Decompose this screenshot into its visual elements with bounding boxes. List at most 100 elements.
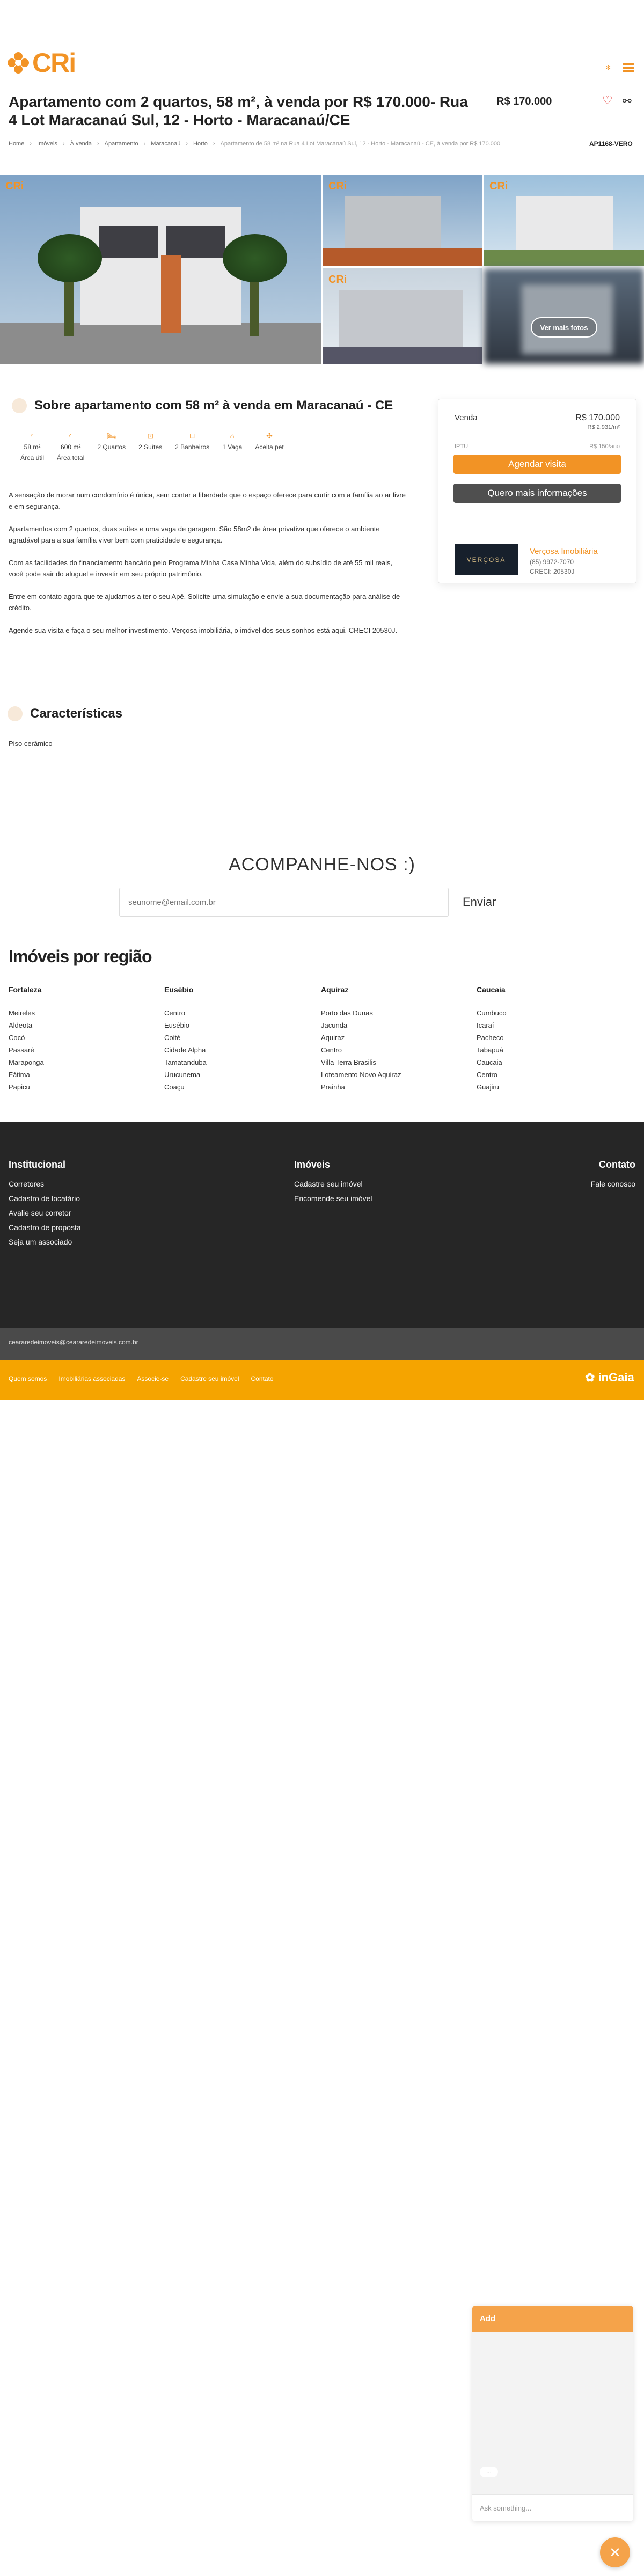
breadcrumb-maracanau[interactable]: Maracanaú: [151, 141, 180, 147]
region-link[interactable]: Aquiraz: [321, 1031, 401, 1044]
feature-pet: ✣ Aceita pet: [255, 431, 283, 462]
breadcrumb-horto[interactable]: Horto: [193, 141, 208, 147]
region-link[interactable]: Centro: [477, 1069, 507, 1081]
gallery-photo-3[interactable]: CRi: [484, 175, 644, 266]
region-link[interactable]: Guajiru: [477, 1081, 507, 1093]
region-link[interactable]: Cocó: [9, 1031, 44, 1044]
footer-link[interactable]: Cadastro de proposta: [9, 1220, 81, 1235]
footer-link[interactable]: Cadastre seu imóvel: [294, 1177, 372, 1191]
newsletter-submit-button[interactable]: Enviar: [463, 895, 496, 909]
logo-text: CRi: [32, 48, 76, 78]
listing-price: R$ 170.000: [496, 96, 552, 107]
feature-label: 2 Suítes: [138, 443, 163, 451]
feature-area-util: ◜ 58 m² Área útil: [20, 431, 44, 462]
favorite-icon[interactable]: ♡: [602, 93, 613, 107]
footer-bottom-link[interactable]: Quem somos: [9, 1375, 47, 1382]
footer-link[interactable]: Encomende seu imóvel: [294, 1191, 372, 1206]
breadcrumb-a-venda[interactable]: À venda: [70, 141, 92, 147]
region-link[interactable]: Icaraí: [477, 1019, 507, 1031]
chat-close-icon[interactable]: ✕: [600, 2537, 630, 2567]
footer-link[interactable]: Avalie seu corretor: [9, 1206, 81, 1220]
region-link[interactable]: Pacheco: [477, 1031, 507, 1044]
region-link[interactable]: Meireles: [9, 1007, 44, 1019]
region-link[interactable]: Tabapuá: [477, 1044, 507, 1056]
region-link[interactable]: Prainha: [321, 1081, 401, 1093]
region-link[interactable]: Coité: [164, 1031, 207, 1044]
footer-bottom-link[interactable]: Imobiliárias associadas: [58, 1375, 125, 1382]
feature-list: ◜ 58 m² Área útil ◜ 600 m² Área total 🛏 …: [20, 431, 284, 462]
breadcrumb-separator: ›: [213, 141, 215, 147]
region-link[interactable]: Jacunda: [321, 1019, 401, 1031]
newsletter-email-input[interactable]: [119, 888, 449, 917]
agency-phone[interactable]: (85) 9972-7070: [530, 558, 598, 566]
language-icon[interactable]: ✻: [605, 64, 611, 71]
more-info-button[interactable]: Quero mais informações: [453, 484, 621, 503]
agency-logo[interactable]: VERÇOSA: [455, 544, 518, 575]
region-link[interactable]: Tamatanduba: [164, 1056, 207, 1069]
agency-name[interactable]: Verçosa Imobiliária: [530, 547, 598, 556]
chat-typing-bubble: ...: [480, 2467, 498, 2477]
follow-heading: ACOMPANHE-NOS :): [229, 854, 415, 875]
region-link[interactable]: Fátima: [9, 1069, 44, 1081]
footer-email[interactable]: ceararedeimoveis@ceararedeimoveis.com.br: [9, 1338, 138, 1346]
chat-input[interactable]: Ask something...: [472, 2494, 633, 2521]
feature-vaga: ⌂ 1 Vaga: [222, 431, 242, 462]
region-link[interactable]: Villa Terra Brasilis: [321, 1056, 401, 1069]
hamburger-icon[interactable]: [623, 63, 634, 72]
suite-icon: ⊡: [147, 431, 153, 440]
footer-link[interactable]: Seja um associado: [9, 1235, 81, 1249]
sale-price: R$ 170.000: [575, 413, 620, 422]
region-link[interactable]: Loteamento Novo Aquiraz: [321, 1069, 401, 1081]
about-heading: Sobre apartamento com 58 m² à venda em M…: [34, 398, 393, 413]
share-icon[interactable]: ⚯: [623, 94, 632, 108]
footer-link[interactable]: Cadastro de locatário: [9, 1191, 81, 1206]
bath-icon: ⊔: [189, 431, 195, 440]
footer-bottom-links: Quem somos Imobiliárias associadas Assoc…: [9, 1375, 274, 1382]
photo-watermark: CRi: [5, 180, 24, 192]
region-link[interactable]: Passaré: [9, 1044, 44, 1056]
region-link[interactable]: Aldeota: [9, 1019, 44, 1031]
photo-watermark: CRi: [489, 180, 508, 192]
area-icon: ◜: [31, 431, 34, 440]
view-more-photos-button[interactable]: Ver mais fotos: [531, 317, 597, 338]
feature-label: Área útil: [20, 454, 45, 462]
photo-watermark: CRi: [328, 274, 347, 286]
breadcrumb-imoveis[interactable]: Imóveis: [37, 141, 57, 147]
breadcrumb-separator: ›: [62, 141, 65, 147]
region-link[interactable]: Coaçu: [164, 1081, 207, 1093]
footer-bottom-link[interactable]: Cadastre seu imóvel: [180, 1375, 239, 1382]
breadcrumb-home[interactable]: Home: [9, 141, 24, 147]
region-link[interactable]: Urucunema: [164, 1069, 207, 1081]
region-link[interactable]: Papicu: [9, 1081, 44, 1093]
gallery-photo-2[interactable]: CRi: [323, 175, 482, 266]
footer-heading: Institucional: [9, 1159, 66, 1170]
ingaia-text: inGaia: [598, 1371, 634, 1384]
footer-bottom-link[interactable]: Associe-se: [137, 1375, 169, 1382]
footer-col-contato: Contato Fale conosco: [591, 1159, 635, 1191]
region-link[interactable]: Eusébio: [164, 1019, 207, 1031]
gallery-main-photo[interactable]: CRi: [0, 175, 321, 364]
schedule-visit-button[interactable]: Agendar visita: [453, 455, 621, 474]
region-link[interactable]: Maraponga: [9, 1056, 44, 1069]
region-column-aquiraz: Aquiraz Porto das Dunas Jacunda Aquiraz …: [321, 985, 401, 1093]
footer-link[interactable]: Corretores: [9, 1177, 81, 1191]
region-link[interactable]: Caucaia: [477, 1056, 507, 1069]
footer-bottom-link[interactable]: Contato: [251, 1375, 274, 1382]
site-logo[interactable]: CRi: [8, 48, 76, 78]
feature-label: Área total: [57, 454, 85, 462]
region-link[interactable]: Centro: [321, 1044, 401, 1056]
header-actions: ✻: [605, 63, 634, 72]
gallery-photo-4[interactable]: CRi: [323, 268, 482, 364]
feature-value: 600 m²: [61, 443, 81, 451]
iptu-value: R$ 150/ano: [589, 443, 620, 450]
region-link[interactable]: Porto das Dunas: [321, 1007, 401, 1019]
gallery-photo-5[interactable]: [484, 268, 644, 364]
footer-link[interactable]: Fale conosco: [591, 1177, 635, 1191]
chat-header: Add: [472, 2306, 633, 2332]
region-link[interactable]: Cumbuco: [477, 1007, 507, 1019]
breadcrumb-apartamento[interactable]: Apartamento: [105, 141, 138, 147]
ingaia-logo[interactable]: ✿ inGaia: [585, 1371, 634, 1385]
feature-banheiros: ⊔ 2 Banheiros: [175, 431, 209, 462]
region-link[interactable]: Cidade Alpha: [164, 1044, 207, 1056]
region-link[interactable]: Centro: [164, 1007, 207, 1019]
